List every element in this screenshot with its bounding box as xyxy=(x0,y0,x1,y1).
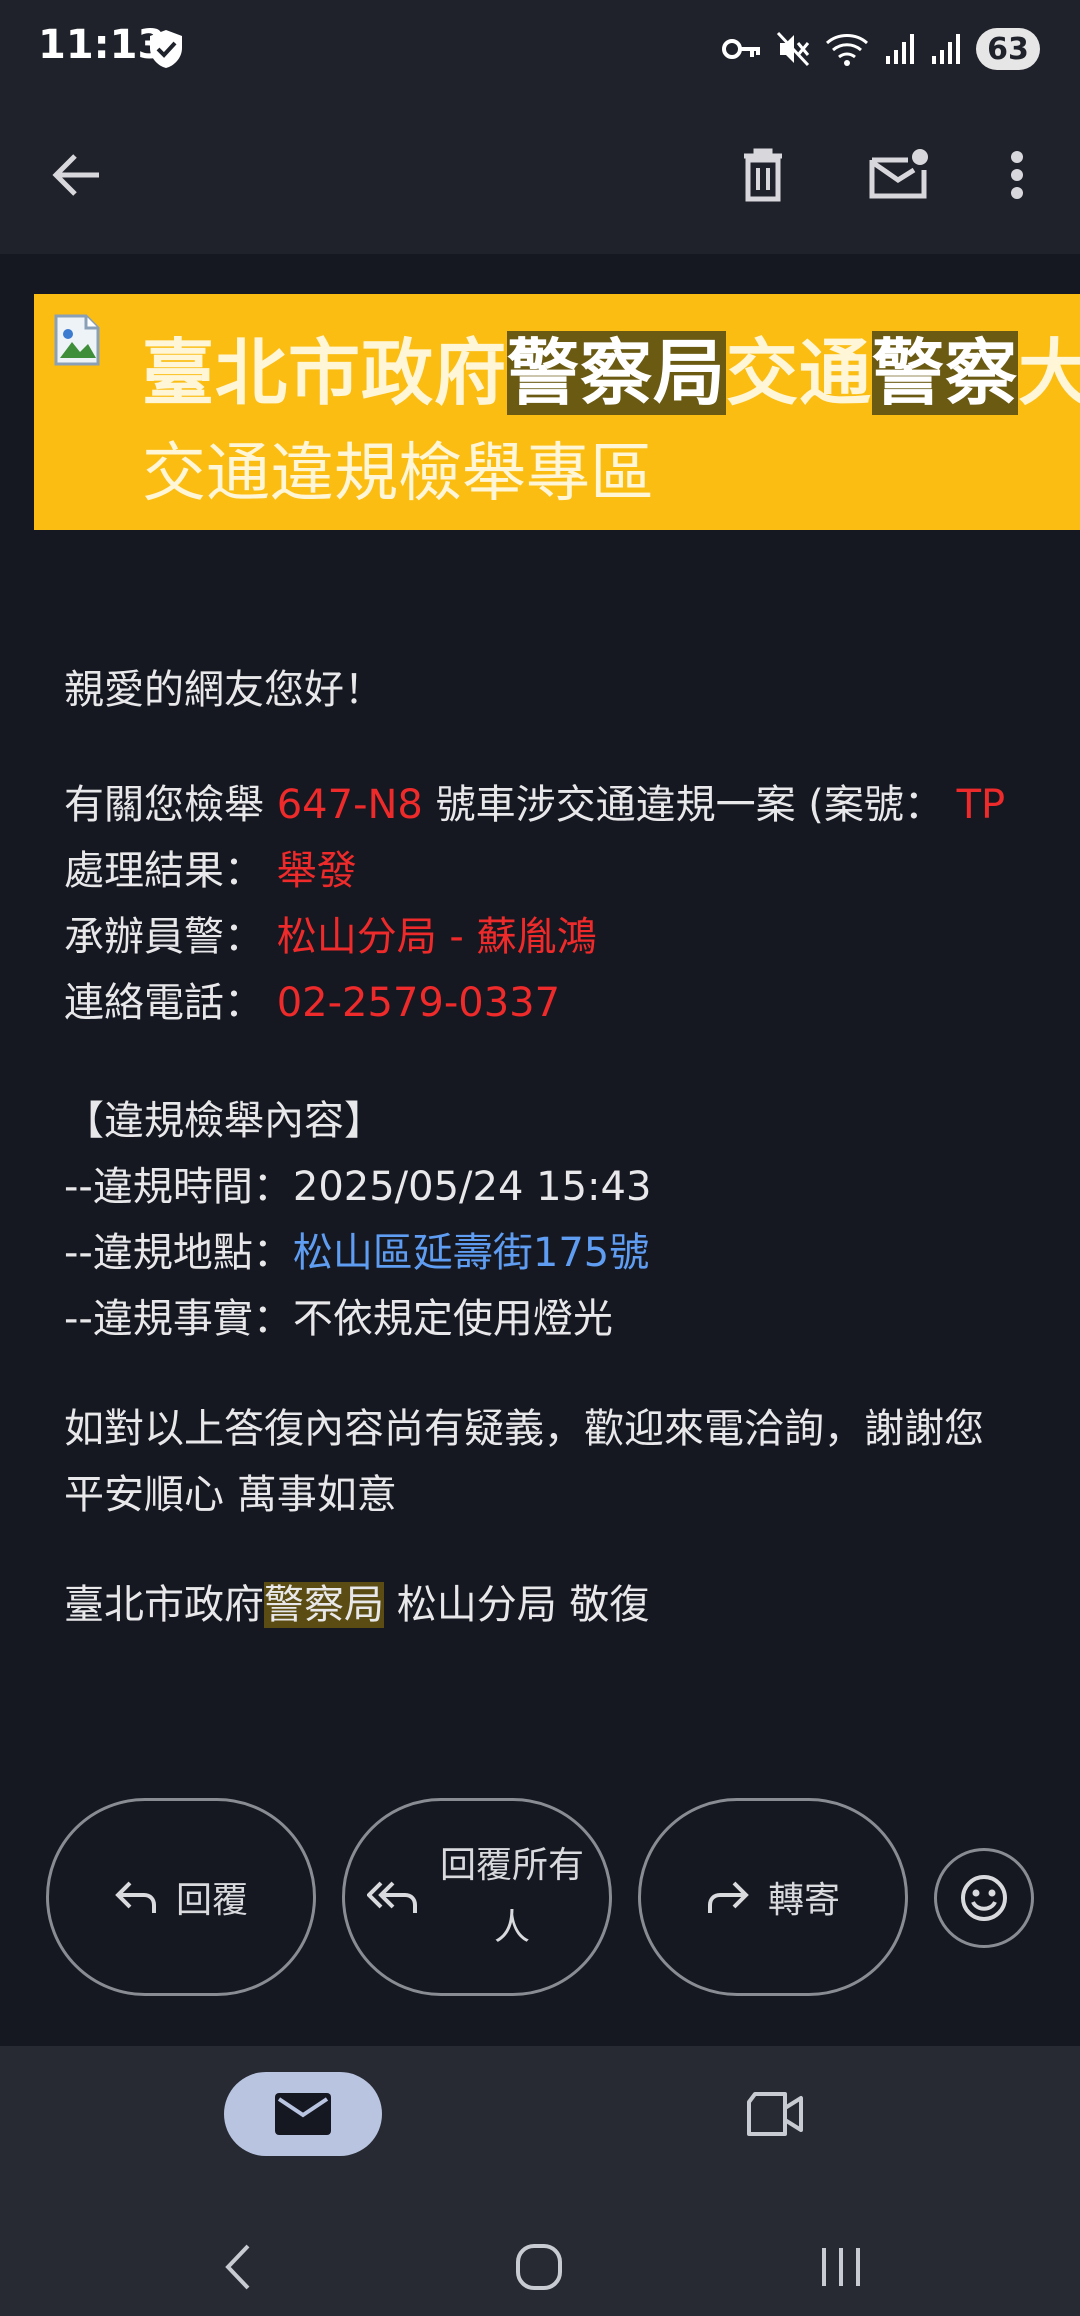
result-line: 處理結果： 舉發 xyxy=(64,848,357,894)
violation-place: --違規地點：松山區延壽街175號 xyxy=(64,1230,650,1276)
status-bar: 11:13 63 xyxy=(0,0,1080,96)
case-number: TP xyxy=(956,782,1006,828)
phone-number[interactable]: 02-2579-0337 xyxy=(277,980,560,1026)
closing-line-2: 平安順心 萬事如意 xyxy=(64,1472,397,1518)
mail-icon xyxy=(275,2093,331,2135)
video-camera-icon xyxy=(747,2092,803,2136)
emoji-icon xyxy=(961,1875,1007,1921)
forward-icon xyxy=(707,1881,749,1913)
app-bar xyxy=(0,96,1080,254)
system-home-button[interactable] xyxy=(494,2222,584,2312)
signal-icon-2 xyxy=(932,34,960,64)
status-icons: 63 xyxy=(722,24,1040,74)
mute-icon xyxy=(776,31,810,67)
violation-fact: --違規事實：不依規定使用燈光 xyxy=(64,1296,613,1342)
back-button[interactable] xyxy=(32,130,122,220)
system-back-button[interactable] xyxy=(192,2222,282,2312)
trash-icon xyxy=(744,148,782,202)
officer-line: 承辦員警： 松山分局 - 蘇胤鴻 xyxy=(64,914,597,960)
plate-number: 647-N8 xyxy=(276,782,423,828)
banner-title: 臺北市政府警察局交通警察大 xyxy=(142,331,1080,415)
bottom-nav xyxy=(0,2046,1080,2316)
greeting: 親愛的網友您好！ xyxy=(64,667,384,713)
closing-line-1: 如對以上答復內容尚有疑義，歡迎來電洽詢，謝謝您 xyxy=(64,1406,984,1452)
meet-tab[interactable] xyxy=(730,2072,820,2156)
shield-icon xyxy=(150,30,182,68)
report-line: 有關您檢舉 647-N8 號車涉交通違規一案 (案號： TP xyxy=(64,782,1006,828)
phone-line: 連絡電話： 02-2579-0337 xyxy=(64,980,561,1026)
forward-label: 轉寄 xyxy=(767,1880,840,1921)
address-link[interactable]: 松山區延壽街175號 xyxy=(293,1230,649,1276)
broken-image-icon xyxy=(54,314,100,366)
system-recents-button[interactable] xyxy=(796,2222,886,2312)
reply-button[interactable]: 回覆 xyxy=(46,1798,316,1996)
reply-all-icon xyxy=(367,1881,417,1913)
signature: 臺北市政府警察局 松山分局 敬復 xyxy=(64,1582,650,1628)
signal-icon-1 xyxy=(886,34,914,64)
mark-unread-icon xyxy=(869,149,928,199)
mail-tab[interactable] xyxy=(224,2072,382,2156)
mark-unread-button[interactable] xyxy=(854,130,944,220)
reply-all-button[interactable]: 回覆所有 人 xyxy=(342,1798,612,1996)
nav-back-icon xyxy=(225,2244,250,2290)
emoji-reaction-button[interactable] xyxy=(934,1848,1034,1948)
email-banner: 臺北市政府警察局交通警察大 交通違規檢舉專區 xyxy=(34,294,1080,530)
section-title: 【違規檢舉內容】 xyxy=(64,1098,384,1144)
reply-label: 回覆 xyxy=(175,1880,248,1921)
forward-button[interactable]: 轉寄 xyxy=(638,1798,908,1996)
email-body: 臺北市政府警察局交通警察大 交通違規檢舉專區 親愛的網友您好！ 有關您檢舉 64… xyxy=(0,254,1080,2046)
arrow-back-icon xyxy=(52,154,99,196)
more-options-button[interactable] xyxy=(972,130,1062,220)
delete-button[interactable] xyxy=(718,130,808,220)
more-vert-icon xyxy=(1011,151,1023,199)
reply-icon xyxy=(115,1881,156,1913)
nav-recents-icon xyxy=(822,2248,860,2286)
reply-all-label: 回覆所有 人 xyxy=(439,1845,584,1948)
wifi-icon xyxy=(825,34,869,66)
nav-home-icon xyxy=(516,2244,562,2290)
banner-subtitle: 交通違規檢舉專區 xyxy=(142,437,654,511)
violation-time: --違規時間：2025/05/24 15:43 xyxy=(64,1164,652,1210)
battery-level: 63 xyxy=(976,28,1040,70)
vpn-key-icon xyxy=(722,39,760,59)
